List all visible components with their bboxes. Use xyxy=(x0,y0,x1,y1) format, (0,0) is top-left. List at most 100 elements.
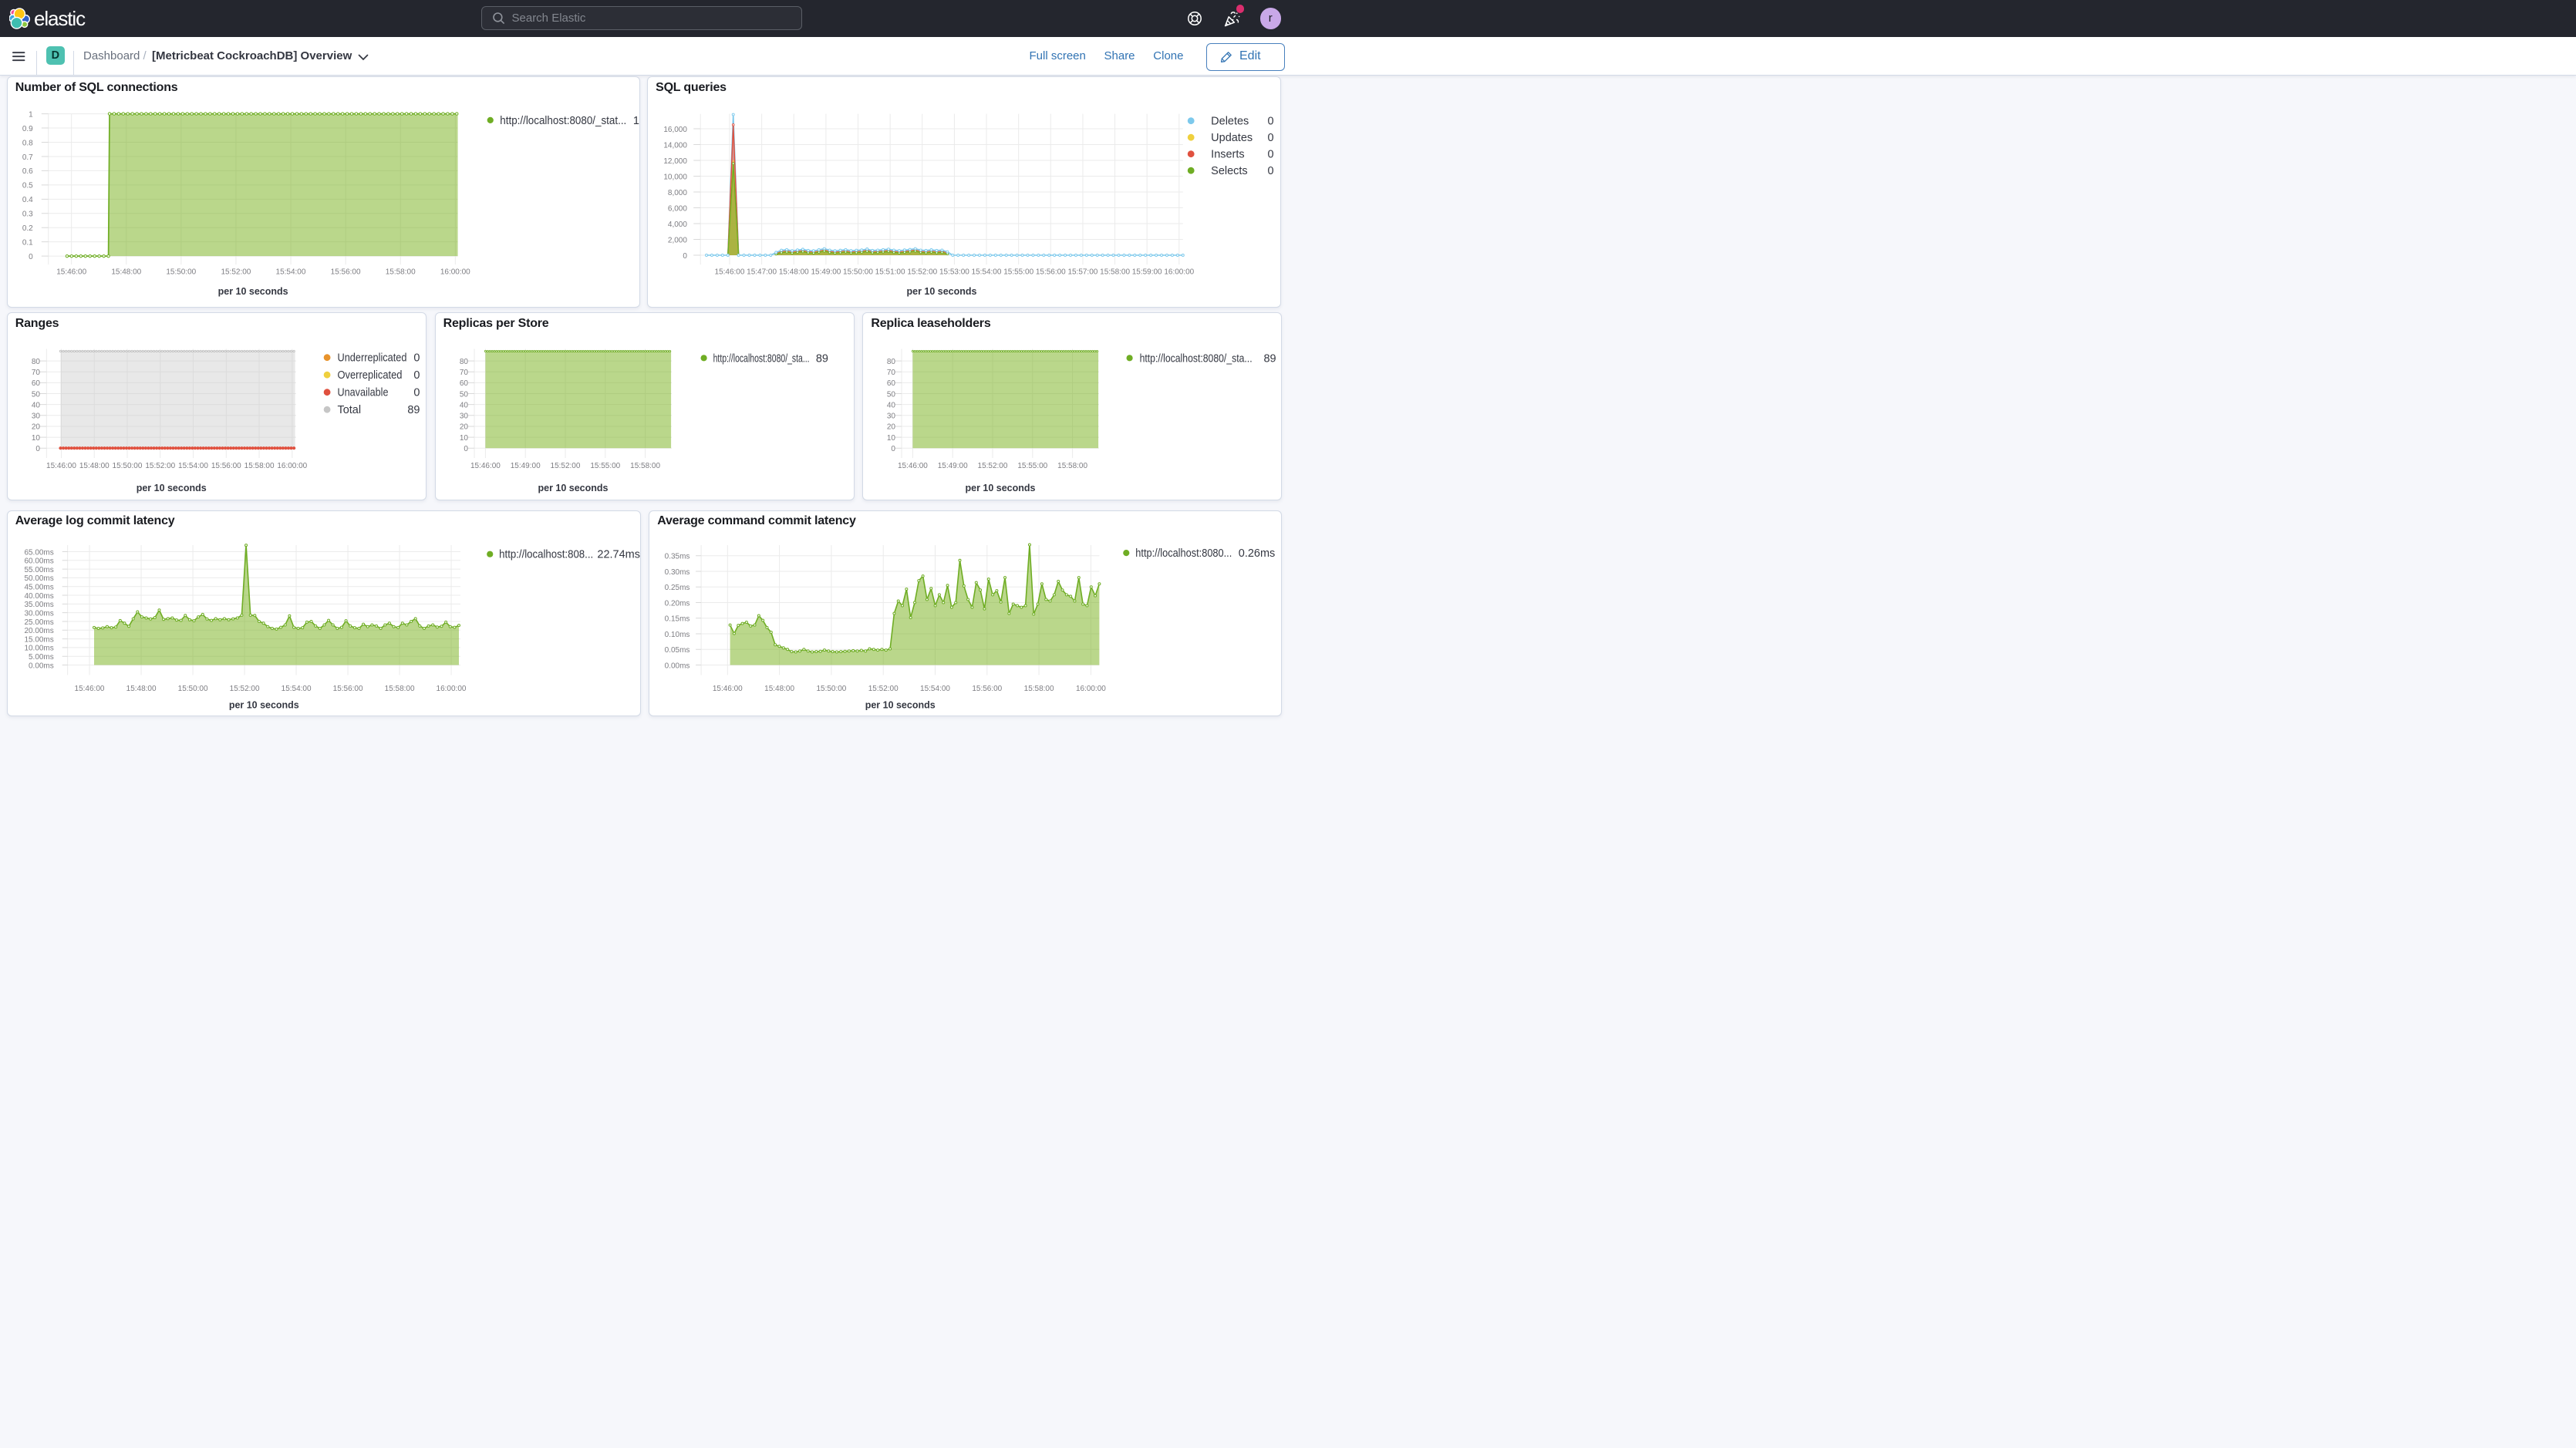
svg-text:15:52:00: 15:52:00 xyxy=(868,685,899,693)
svg-text:15:58:00: 15:58:00 xyxy=(1100,268,1130,277)
svg-text:15.00ms: 15.00ms xyxy=(24,635,53,644)
svg-text:45.00ms: 45.00ms xyxy=(24,583,53,591)
svg-text:per 10 seconds: per 10 seconds xyxy=(136,483,206,493)
svg-text:0.3: 0.3 xyxy=(22,210,33,219)
svg-text:10: 10 xyxy=(32,434,41,443)
svg-text:0: 0 xyxy=(1268,165,1274,177)
svg-text:60: 60 xyxy=(887,379,896,388)
svg-text:15:48:00: 15:48:00 xyxy=(111,268,141,277)
svg-text:89: 89 xyxy=(815,353,828,365)
svg-text:0.25ms: 0.25ms xyxy=(665,584,690,592)
svg-text:60: 60 xyxy=(459,379,468,388)
svg-text:15:52:00: 15:52:00 xyxy=(907,268,937,277)
svg-text:60: 60 xyxy=(32,379,41,388)
svg-text:15:59:00: 15:59:00 xyxy=(1132,268,1162,277)
svg-text:http://localhost:8080/_sta...: http://localhost:8080/_sta... xyxy=(713,353,809,365)
svg-text:15:46:00: 15:46:00 xyxy=(898,462,928,470)
svg-text:15:54:00: 15:54:00 xyxy=(178,462,208,470)
svg-text:Overreplicated: Overreplicated xyxy=(337,369,402,382)
svg-text:20: 20 xyxy=(887,423,896,432)
svg-text:0.30ms: 0.30ms xyxy=(665,568,690,577)
svg-text:0: 0 xyxy=(413,352,420,365)
svg-text:Underreplicated: Underreplicated xyxy=(337,352,406,365)
svg-text:0: 0 xyxy=(29,253,33,261)
svg-text:55.00ms: 55.00ms xyxy=(24,566,53,574)
svg-text:15:49:00: 15:49:00 xyxy=(938,462,968,470)
svg-text:15:58:00: 15:58:00 xyxy=(1024,685,1054,693)
svg-text:0: 0 xyxy=(1268,116,1274,128)
svg-text:15:58:00: 15:58:00 xyxy=(244,462,274,470)
svg-text:80: 80 xyxy=(459,358,468,366)
svg-text:0: 0 xyxy=(683,252,687,261)
svg-text:50: 50 xyxy=(459,391,468,399)
svg-text:15:46:00: 15:46:00 xyxy=(470,462,501,470)
svg-text:15:56:00: 15:56:00 xyxy=(330,268,360,277)
svg-text:0.35ms: 0.35ms xyxy=(665,552,690,561)
svg-text:per 10 seconds: per 10 seconds xyxy=(966,483,1036,493)
svg-text:0.7: 0.7 xyxy=(22,153,33,162)
svg-text:Deletes: Deletes xyxy=(1211,116,1249,128)
svg-text:0.1: 0.1 xyxy=(22,239,33,248)
svg-text:15:55:00: 15:55:00 xyxy=(1018,462,1048,470)
svg-text:16:00:00: 16:00:00 xyxy=(440,268,470,277)
svg-text:20: 20 xyxy=(32,423,41,432)
svg-text:15:55:00: 15:55:00 xyxy=(1003,268,1033,277)
svg-text:22.74ms: 22.74ms xyxy=(597,548,640,561)
svg-text:15:46:00: 15:46:00 xyxy=(715,268,745,277)
svg-text:15:48:00: 15:48:00 xyxy=(126,685,156,693)
svg-text:15:47:00: 15:47:00 xyxy=(747,268,777,277)
svg-text:Unavailable: Unavailable xyxy=(337,387,388,399)
svg-text:15:50:00: 15:50:00 xyxy=(177,685,207,693)
svg-text:40: 40 xyxy=(459,402,468,410)
svg-text:2,000: 2,000 xyxy=(668,237,687,245)
svg-text:15:52:00: 15:52:00 xyxy=(221,268,251,277)
svg-text:15:55:00: 15:55:00 xyxy=(590,462,620,470)
svg-text:15:54:00: 15:54:00 xyxy=(275,268,305,277)
svg-text:14,000: 14,000 xyxy=(663,142,687,150)
svg-text:16,000: 16,000 xyxy=(663,126,687,134)
svg-text:15:46:00: 15:46:00 xyxy=(713,685,743,693)
svg-text:15:46:00: 15:46:00 xyxy=(56,268,86,277)
svg-text:1: 1 xyxy=(633,115,639,127)
svg-text:0.10ms: 0.10ms xyxy=(665,631,690,639)
svg-text:16:00:00: 16:00:00 xyxy=(436,685,466,693)
svg-text:Inserts: Inserts xyxy=(1211,149,1244,161)
svg-text:15:51:00: 15:51:00 xyxy=(875,268,905,277)
svg-text:16:00:00: 16:00:00 xyxy=(277,462,307,470)
svg-text:16:00:00: 16:00:00 xyxy=(1164,268,1194,277)
svg-text:15:52:00: 15:52:00 xyxy=(978,462,1008,470)
svg-text:15:46:00: 15:46:00 xyxy=(46,462,76,470)
svg-text:30: 30 xyxy=(459,413,468,421)
svg-text:0.9: 0.9 xyxy=(22,125,33,133)
svg-text:0: 0 xyxy=(892,445,896,453)
svg-text:15:50:00: 15:50:00 xyxy=(112,462,142,470)
svg-text:15:48:00: 15:48:00 xyxy=(764,685,794,693)
svg-text:40: 40 xyxy=(887,402,896,410)
svg-text:20: 20 xyxy=(459,423,468,432)
svg-text:15:53:00: 15:53:00 xyxy=(939,268,969,277)
svg-text:35.00ms: 35.00ms xyxy=(24,601,53,609)
svg-text:0: 0 xyxy=(1268,132,1274,144)
svg-text:40: 40 xyxy=(32,402,41,410)
svg-text:per 10 seconds: per 10 seconds xyxy=(229,699,299,710)
svg-text:0.5: 0.5 xyxy=(22,182,33,190)
svg-text:15:58:00: 15:58:00 xyxy=(1058,462,1088,470)
svg-text:40.00ms: 40.00ms xyxy=(24,592,53,601)
svg-text:80: 80 xyxy=(887,358,896,366)
svg-text:0: 0 xyxy=(413,369,420,382)
svg-text:0.15ms: 0.15ms xyxy=(665,615,690,623)
svg-text:0.05ms: 0.05ms xyxy=(665,646,690,655)
svg-text:per 10 seconds: per 10 seconds xyxy=(907,286,977,297)
svg-text:10: 10 xyxy=(887,434,896,443)
svg-text:80: 80 xyxy=(32,358,41,366)
svg-text:15:48:00: 15:48:00 xyxy=(79,462,110,470)
svg-text:http://localhost:8080/_stat...: http://localhost:8080/_stat... xyxy=(500,115,626,127)
svg-text:per 10 seconds: per 10 seconds xyxy=(865,699,936,710)
svg-text:10,000: 10,000 xyxy=(663,173,687,182)
svg-text:0: 0 xyxy=(413,387,420,399)
svg-text:5.00ms: 5.00ms xyxy=(29,653,54,662)
svg-text:25.00ms: 25.00ms xyxy=(24,618,53,627)
svg-text:per 10 seconds: per 10 seconds xyxy=(217,286,288,297)
svg-text:15:56:00: 15:56:00 xyxy=(973,685,1003,693)
svg-text:15:58:00: 15:58:00 xyxy=(386,268,416,277)
